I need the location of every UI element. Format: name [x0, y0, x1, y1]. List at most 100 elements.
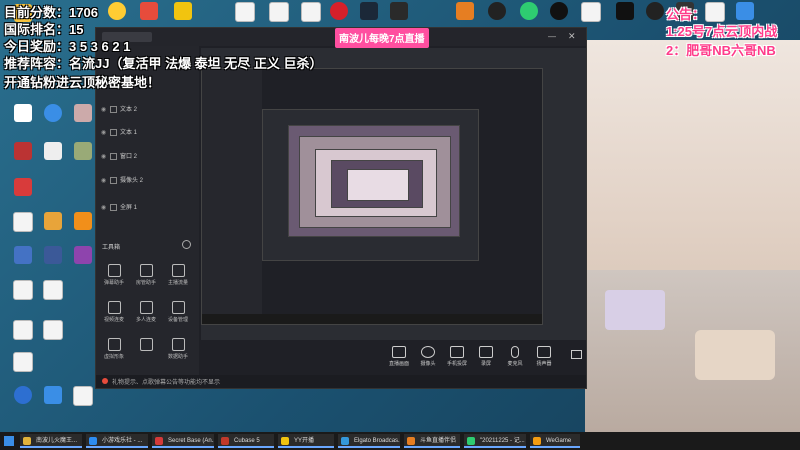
checkbox-icon[interactable]: [110, 128, 117, 136]
desktop-icon[interactable]: [8, 142, 38, 160]
desktop-icon[interactable]: [8, 246, 38, 264]
desktop-icon[interactable]: [730, 2, 760, 20]
scene-item-camera-2[interactable]: ◉ 摄像头 2: [100, 174, 195, 189]
desktop-icon[interactable]: [68, 142, 98, 160]
desktop-icon[interactable]: [8, 280, 38, 300]
desktop-icon[interactable]: [264, 2, 294, 22]
taskbar-item[interactable]: Secret Base (An...: [152, 434, 214, 448]
preview-taskbar: [202, 314, 542, 324]
checkbox-icon[interactable]: [110, 203, 117, 211]
desktop-icon[interactable]: [324, 2, 354, 20]
desktop-icon[interactable]: [134, 2, 164, 20]
left-panel: ◉ 文本 2 ◉ 文本 1 ◉ 窗口 2 ◉ 摄像头 2 ◉ 全屏 1 工具箱 弹幕助手 …: [96, 46, 199, 388]
overlay-promo: 开通钻粉进云顶秘密基地！: [4, 75, 161, 90]
taskbar-item[interactable]: YY开播: [278, 434, 334, 448]
desktop-icon[interactable]: [68, 104, 98, 122]
fullscreen-toggle-icon[interactable]: [571, 350, 582, 359]
close-icon[interactable]: ✕: [568, 31, 576, 42]
tool-video-link[interactable]: 视频连麦: [100, 301, 128, 323]
tool-icon: [139, 301, 153, 314]
minimize-icon[interactable]: —: [548, 32, 556, 41]
desktop-icon[interactable]: [38, 320, 68, 340]
tool-data-helper[interactable]: 数据助手: [164, 338, 192, 360]
eye-icon[interactable]: ◉: [100, 126, 107, 141]
desktop-icon[interactable]: [482, 2, 512, 20]
desktop-icon[interactable]: [38, 104, 68, 122]
checkbox-icon[interactable]: [110, 105, 117, 113]
desktop-icon[interactable]: [38, 386, 68, 404]
desktop-icon[interactable]: [296, 2, 326, 22]
desktop-icon[interactable]: [384, 2, 414, 20]
scene-item-window-2[interactable]: ◉ 窗口 2: [100, 150, 195, 165]
taskbar-item[interactable]: 斗鱼直播伴侣: [404, 434, 460, 448]
speaker-button[interactable]: 扬声器: [529, 346, 559, 367]
checkbox-icon[interactable]: [110, 176, 117, 184]
tool-device-manage[interactable]: 设备管理: [164, 301, 192, 323]
taskbar-item[interactable]: Elgato Broadcas...: [338, 434, 400, 448]
camera-button[interactable]: 摄像头: [413, 346, 443, 367]
tool-multi-link[interactable]: 多人连麦: [132, 301, 160, 323]
desktop-icon[interactable]: [610, 2, 640, 20]
start-button[interactable]: [4, 436, 14, 446]
tool-icon: [171, 264, 185, 277]
desktop-icon[interactable]: [38, 212, 68, 230]
taskbar-item-label: WeGame: [546, 438, 572, 444]
desktop-icon[interactable]: [68, 246, 98, 264]
desktop-icon[interactable]: [38, 246, 68, 264]
record-button[interactable]: 录屏: [471, 346, 501, 367]
live-screen-button[interactable]: 直播画面: [384, 346, 414, 367]
desktop-icon[interactable]: [576, 2, 606, 22]
desktop-icon[interactable]: [514, 2, 544, 20]
camera-icon: [421, 346, 435, 358]
eye-icon[interactable]: ◉: [100, 174, 107, 189]
taskbar-item-label: YY开播: [294, 438, 315, 444]
taskbar-item-label: 斗鱼直播伴侣: [420, 438, 457, 444]
desktop-icon[interactable]: [8, 212, 38, 232]
notice-line-2: 2：肥哥NB六哥NB: [666, 43, 776, 58]
taskbar-item[interactable]: "20211225 - 记...: [464, 434, 526, 448]
eye-icon[interactable]: ◉: [100, 201, 107, 216]
live-streaming-app-window[interactable]: — ✕ ◉ 文本 2 ◉ 文本 1 ◉ 窗口 2 ◉ 摄像头 2 ◉ 全屏 1 工具箱 弹…: [95, 27, 587, 389]
checkbox-icon[interactable]: [110, 152, 117, 160]
taskbar-item[interactable]: 小游戏乐社 - ...: [86, 434, 148, 448]
tool-room-admin[interactable]: 房管助手: [132, 264, 160, 286]
desktop-icon[interactable]: [8, 178, 38, 196]
microphone-button[interactable]: 麦克风: [500, 346, 530, 367]
stream-preview[interactable]: [201, 48, 586, 358]
tool-avatar[interactable]: 虚拟形象: [100, 338, 128, 360]
desktop-icon[interactable]: [8, 352, 38, 372]
desktop-icon[interactable]: [230, 2, 260, 22]
taskbar-item[interactable]: WeGame: [530, 434, 580, 448]
taskbar-item[interactable]: Cubase 5: [218, 434, 274, 448]
overlay-lineup: 推荐阵容：名流JJ（复活甲 法爆 泰坦 无尽 正义 巨杀）: [4, 56, 323, 71]
desktop-icon[interactable]: [38, 280, 68, 300]
desktop-icon[interactable]: [450, 2, 480, 20]
desktop-icon[interactable]: [102, 2, 132, 20]
taskbar-item-label: "20211225 - 记...: [480, 438, 525, 444]
status-bar: 礼物提示、点歌弹幕公告等功能均不显示: [96, 375, 586, 388]
desktop-icon[interactable]: [544, 2, 574, 20]
speaker-icon: [537, 346, 551, 358]
notice-line-1: 1:25号7点云顶内战: [666, 24, 778, 39]
phone-cast-button[interactable]: 手机投屏: [442, 346, 472, 367]
tool-extra[interactable]: [132, 338, 160, 353]
app-icon: [341, 437, 349, 445]
desktop-icon[interactable]: [68, 212, 98, 230]
banner-text: 南波儿每晚7点直播: [339, 34, 425, 45]
desktop-icon[interactable]: [354, 2, 384, 20]
eye-icon[interactable]: ◉: [100, 150, 107, 165]
scene-item-fullscreen-1[interactable]: ◉ 全屏 1: [100, 201, 195, 216]
tool-traffic[interactable]: 主播流量: [164, 264, 192, 286]
scene-item-text-1[interactable]: ◉ 文本 1: [100, 126, 195, 141]
desktop-icon[interactable]: [8, 104, 38, 122]
desktop-icon[interactable]: [8, 386, 38, 404]
scene-item-text-2[interactable]: ◉ 文本 2: [100, 103, 195, 118]
desktop-icon[interactable]: [38, 142, 68, 160]
taskbar-item[interactable]: 南波儿火魔王...: [20, 434, 82, 448]
desktop-icon[interactable]: [68, 386, 98, 406]
eye-icon[interactable]: ◉: [100, 103, 107, 118]
tool-danmu-helper[interactable]: 弹幕助手: [100, 264, 128, 286]
desktop-icon[interactable]: [8, 320, 38, 340]
desktop-icon[interactable]: [168, 2, 198, 20]
settings-icon[interactable]: [182, 240, 191, 249]
